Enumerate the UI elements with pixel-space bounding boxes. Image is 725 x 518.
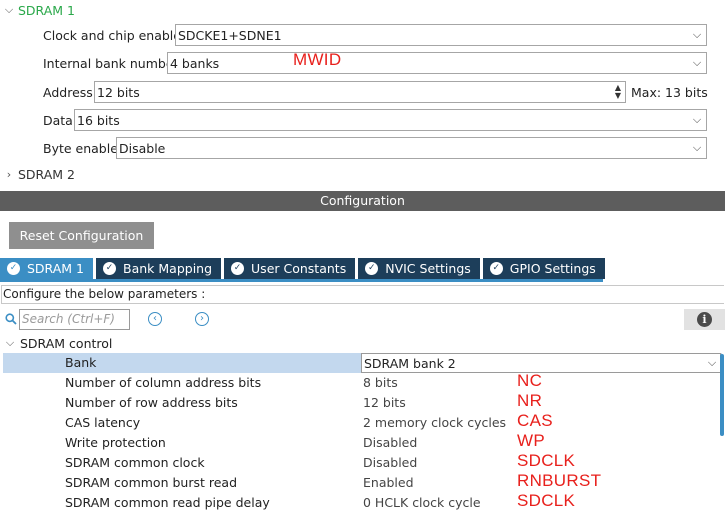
param-value: Enabled: [363, 475, 414, 490]
address-value: 12 bits: [97, 84, 140, 100]
byte-enable-label: Byte enable: [43, 140, 118, 156]
internal-bank-number-label: Internal bank number: [43, 55, 179, 71]
chevron-right-icon[interactable]: ›: [0, 168, 18, 181]
check-circle-icon: ✓: [231, 262, 245, 275]
param-value: 8 bits: [363, 375, 398, 390]
tab-user-constants[interactable]: ✓ User Constants: [224, 258, 356, 279]
annotation-sdclk: SDCLK: [517, 491, 576, 510]
param-row-cas-latency[interactable]: CAS latency 2 memory clock cycles: [3, 413, 722, 433]
tab-nvic-settings[interactable]: ✓ NVIC Settings: [358, 258, 480, 279]
check-circle-icon: ✓: [7, 262, 20, 275]
annotation-mwid: MWID: [293, 50, 342, 69]
tab-label: GPIO Settings: [509, 261, 596, 276]
sdram1-tree-item[interactable]: ⌵ SDRAM 1: [0, 0, 75, 20]
param-row-common-clock[interactable]: SDRAM common clock Disabled: [3, 453, 722, 473]
tab-label: SDRAM 1: [27, 261, 85, 276]
param-value: Disabled: [363, 435, 418, 450]
annotation-nc: NC: [517, 371, 543, 390]
tab-label: User Constants: [251, 261, 347, 276]
param-row-read-pipe-delay[interactable]: SDRAM common read pipe delay 0 HCLK cloc…: [3, 493, 722, 513]
chevron-down-icon: ⌵: [707, 356, 717, 369]
chevron-down-icon[interactable]: ⌵: [0, 3, 18, 17]
chevron-down-icon: ⌵: [692, 113, 702, 126]
internal-bank-number-value: 4 banks: [170, 55, 220, 71]
internal-bank-number-row: Internal bank number 4 banks ⌵: [0, 50, 725, 76]
byte-enable-row: Byte enable Disable ⌵: [0, 135, 725, 161]
address-label: Address: [43, 84, 93, 100]
reset-configuration-button[interactable]: Reset Configuration: [9, 222, 154, 249]
param-name: Number of column address bits: [65, 375, 262, 390]
search-input[interactable]: Search (Ctrl+F): [19, 309, 130, 330]
param-value: Disabled: [363, 455, 418, 470]
byte-enable-select[interactable]: Disable ⌵: [116, 137, 707, 159]
param-row-write-protection[interactable]: Write protection Disabled: [3, 433, 722, 453]
param-row-row-bits[interactable]: Number of row address bits 12 bits: [3, 393, 722, 413]
sdram1-title: SDRAM 1: [18, 2, 76, 18]
data-label: Data: [43, 112, 73, 128]
address-row: Address 12 bits ▲ ▼ Max: 13 bits: [0, 79, 725, 105]
tabs-underline: [0, 279, 603, 282]
tab-label: Bank Mapping: [123, 261, 213, 276]
tab-sdram1[interactable]: ✓ SDRAM 1: [0, 258, 94, 279]
param-row-burst-read[interactable]: SDRAM common burst read Enabled: [3, 473, 722, 493]
sdram2-tree-item[interactable]: › SDRAM 2: [0, 164, 75, 184]
data-width-select[interactable]: 16 bits ⌵: [74, 109, 707, 131]
internal-bank-number-select[interactable]: 4 banks ⌵: [167, 52, 707, 74]
configuration-bar: Configuration: [0, 191, 725, 211]
param-name: SDRAM common burst read: [65, 475, 237, 490]
annotation-sdclk: SDCLK: [517, 451, 576, 470]
info-icon: i: [697, 312, 712, 327]
check-circle-icon: ✓: [489, 262, 503, 275]
param-name: Write protection: [65, 435, 166, 450]
scrollbar-thumb[interactable]: [720, 354, 724, 436]
param-name: Number of row address bits: [65, 395, 238, 410]
tab-gpio-settings[interactable]: ✓ GPIO Settings: [482, 258, 605, 279]
configure-hint: Configure the below parameters :: [1, 285, 724, 304]
annotation-cas: CAS: [517, 411, 553, 430]
config-tabs: ✓ SDRAM 1 ✓ Bank Mapping ✓ User Constant…: [0, 258, 608, 279]
search-icon: [5, 313, 17, 325]
data-row: Data 16 bits ⌵: [0, 107, 725, 133]
param-name: Bank: [65, 355, 97, 370]
byte-enable-value: Disable: [119, 140, 166, 156]
info-button[interactable]: i: [684, 309, 725, 330]
check-circle-icon: ✓: [103, 262, 117, 275]
address-spinner[interactable]: 12 bits ▲ ▼: [94, 81, 626, 103]
clock-chip-enable-row: Clock and chip enable SDCKE1+SDNE1 ⌵: [0, 22, 725, 48]
chevron-down-icon: ⌵: [692, 28, 702, 41]
spinner-arrows-icon[interactable]: ▲ ▼: [611, 82, 625, 102]
chevron-down-icon: ⌵: [692, 56, 702, 69]
param-value: 2 memory clock cycles: [363, 415, 507, 430]
chevron-down-icon[interactable]: ⌵: [0, 336, 20, 350]
annotation-wp: WP: [517, 431, 545, 450]
check-circle-icon: ✓: [365, 262, 379, 275]
annotation-nr: NR: [517, 391, 543, 410]
annotation-rnburst: RNBURST: [517, 471, 602, 490]
sdram2-title: SDRAM 2: [18, 166, 76, 182]
clock-chip-enable-value: SDCKE1+SDNE1: [178, 27, 282, 43]
chevron-left-circle-icon[interactable]: ‹: [148, 312, 162, 326]
chevron-right-circle-icon[interactable]: ›: [195, 312, 209, 326]
bank-value: SDRAM bank 2: [364, 355, 456, 371]
bank-select[interactable]: SDRAM bank 2 ⌵: [361, 353, 721, 373]
tab-bank-mapping[interactable]: ✓ Bank Mapping: [96, 258, 222, 279]
address-max: Max: 13 bits: [631, 84, 708, 100]
tab-label: NVIC Settings: [385, 261, 471, 276]
clock-chip-enable-label: Clock and chip enable: [43, 27, 181, 43]
param-value: 12 bits: [363, 395, 406, 410]
param-name: SDRAM common read pipe delay: [65, 495, 270, 510]
sdram-control-title: SDRAM control: [20, 335, 113, 351]
param-value: 0 HCLK clock cycle: [363, 495, 481, 510]
clock-chip-enable-select[interactable]: SDCKE1+SDNE1 ⌵: [175, 24, 707, 46]
sdram-control-group[interactable]: ⌵ SDRAM control: [0, 334, 113, 352]
param-name: CAS latency: [65, 415, 141, 430]
chevron-down-icon: ⌵: [692, 141, 702, 154]
data-width-value: 16 bits: [77, 112, 120, 128]
param-row-column-bits[interactable]: Number of column address bits 8 bits: [3, 373, 722, 393]
param-row-bank[interactable]: Bank SDRAM bank 2 ⌵: [3, 353, 722, 373]
param-name: SDRAM common clock: [65, 455, 205, 470]
